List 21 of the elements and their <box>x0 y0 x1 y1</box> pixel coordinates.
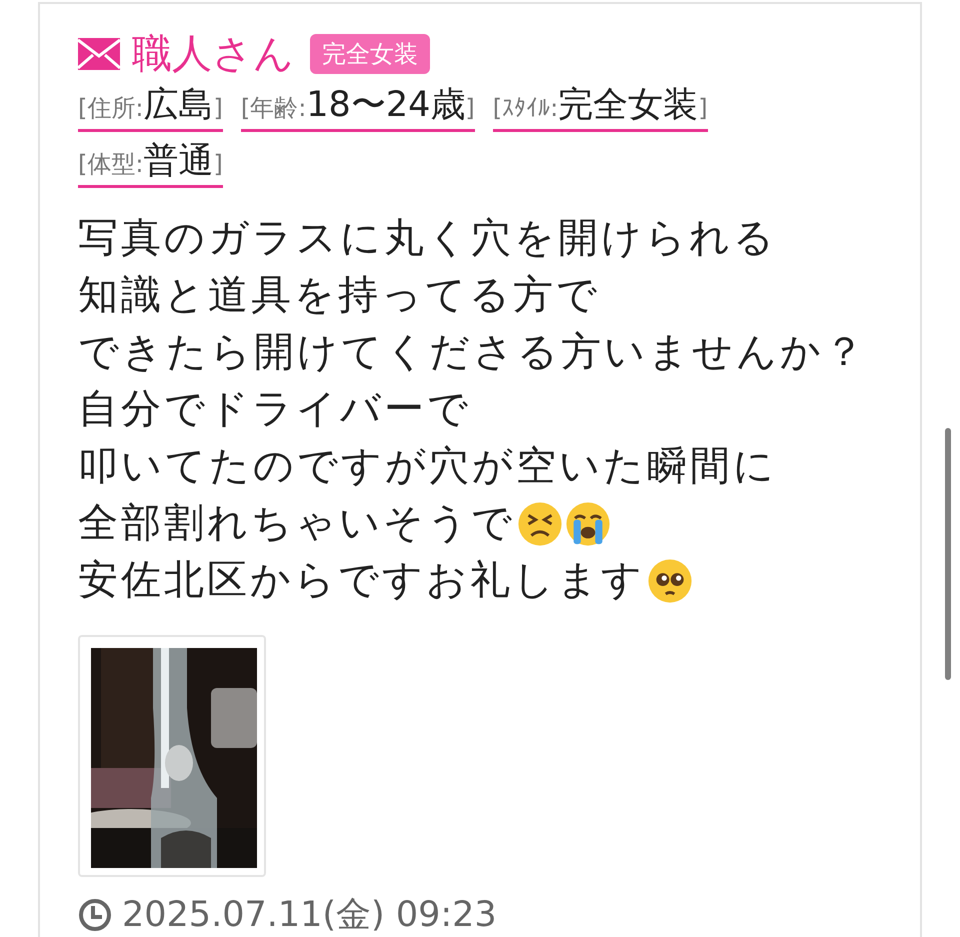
photo-frame[interactable] <box>78 635 266 877</box>
message-line: 知識と道具を持ってる方で <box>78 271 600 320</box>
message-line: 全部割れちゃいそうで <box>78 499 515 548</box>
author-name[interactable]: 職人さん <box>132 28 294 80</box>
profile-tag[interactable]: [体型:普通] <box>78 140 223 188</box>
message-line: 自分でドライバーで <box>78 385 471 434</box>
profile-tag[interactable]: [住所:広島] <box>78 84 223 132</box>
face-icon <box>647 558 693 604</box>
profile-tag[interactable]: [ｽﾀｲﾙ:完全女装] <box>492 84 708 132</box>
clock-icon <box>78 898 112 932</box>
scrollbar-thumb[interactable] <box>945 428 951 680</box>
message-line: 叩いてたのですが穴が空いた瞬間に <box>78 442 777 491</box>
style-badge: 完全女装 <box>310 34 430 74</box>
mail-icon <box>78 38 120 70</box>
message-line: 写真のガラスに丸く穴を開けられる <box>78 214 777 263</box>
message-line: 安佐北区からですお礼します <box>78 556 645 605</box>
profile-tag[interactable]: [年齢:18〜24歳] <box>240 84 475 132</box>
face-icon <box>517 500 563 546</box>
message-line: できたら開けてくださる方いませんか？ <box>78 328 867 377</box>
post-time: 2025.07.11(金) 09:23 <box>122 894 497 937</box>
face-icon <box>565 500 611 546</box>
